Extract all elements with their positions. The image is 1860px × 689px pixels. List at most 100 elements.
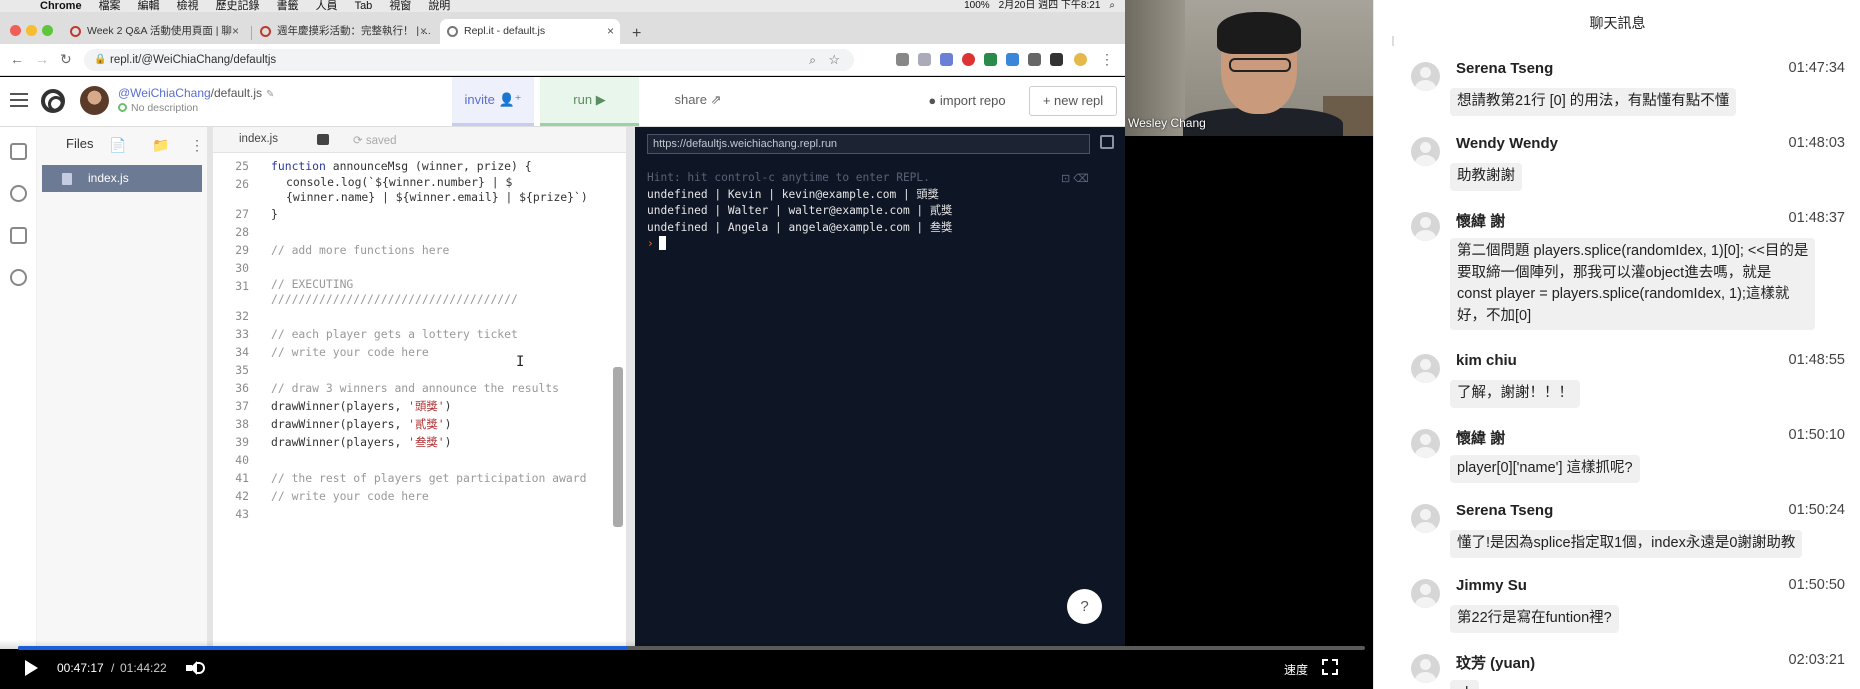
minimize-window-icon[interactable] <box>26 25 37 36</box>
file-item-index-js[interactable]: index.js <box>42 165 202 192</box>
hamburger-menu-icon[interactable] <box>10 93 28 107</box>
menu-item-tab[interactable]: Tab <box>355 0 373 12</box>
profile-icon[interactable] <box>1074 53 1087 66</box>
extension-icon[interactable] <box>1006 53 1019 66</box>
import-repo-button[interactable]: ● import repo <box>912 86 1022 116</box>
chat-sender-name: Jimmy Su <box>1456 577 1527 594</box>
close-icon[interactable]: × <box>232 19 239 44</box>
console-url-bar[interactable]: https://defaultjs.weichiachang.repl.run <box>647 134 1090 154</box>
progress-bar[interactable] <box>18 646 1365 650</box>
console-panel[interactable]: https://defaultjs.weichiachang.repl.run … <box>635 127 1125 649</box>
console-line: undefined | Walter | walter@example.com … <box>647 204 953 217</box>
back-icon[interactable]: ← <box>10 51 24 67</box>
help-button[interactable]: ? <box>1067 589 1102 624</box>
play-icon[interactable] <box>25 660 38 676</box>
share-nodes-icon[interactable] <box>10 185 27 202</box>
code-text: function announceMsg (winner, prize) { <box>271 159 532 173</box>
close-icon[interactable]: × <box>420 19 427 44</box>
format-icon[interactable] <box>317 134 329 145</box>
volume-icon[interactable] <box>186 660 205 676</box>
menu-item-help[interactable]: 說明 <box>428 0 450 12</box>
close-window-icon[interactable] <box>10 25 21 36</box>
chat-timestamp: 01:48:55 <box>1788 352 1845 368</box>
files-icon[interactable] <box>10 143 27 160</box>
chat-bubble-line: 了解，謝謝！！！ <box>1457 385 1573 401</box>
extension-icon[interactable] <box>962 53 975 66</box>
browser-tab-replit[interactable]: Repl.it - default.js × <box>440 19 620 44</box>
packages-icon[interactable] <box>10 227 27 244</box>
code-editor[interactable]: index.js ⟳ saved 25 function announceMsg … <box>213 127 626 649</box>
zoom-window-icon[interactable] <box>42 25 53 36</box>
open-in-new-tab-icon[interactable] <box>1100 135 1114 149</box>
replit-logo-icon[interactable] <box>41 89 65 113</box>
new-repl-button[interactable]: + new repl <box>1029 86 1117 116</box>
invite-button[interactable]: invite 👤⁺ <box>452 77 534 126</box>
extension-icon[interactable] <box>896 53 909 66</box>
editor-tab-index-js[interactable]: index.js <box>239 133 278 145</box>
search-icon[interactable]: ⌕ <box>1109 0 1115 12</box>
code-text: drawWinner(players, '貳獎') <box>271 417 452 431</box>
browser-tab-week2[interactable]: Week 2 Q&A 活動使用頁面 | 聊 × <box>63 19 245 44</box>
panel-resize-handle[interactable] <box>626 127 635 649</box>
add-file-icon[interactable]: 📄 <box>109 137 126 154</box>
chat-sender-name: Serena Tseng <box>1456 502 1554 519</box>
run-button[interactable]: run ▶ <box>540 77 639 126</box>
menu-item-view[interactable]: 檢視 <box>177 0 199 12</box>
extension-icon[interactable] <box>940 53 953 66</box>
tab-divider <box>251 26 252 40</box>
code-line: 38 drawWinner(players, '貳獎') <box>213 415 611 433</box>
chat-bubble-line: 第二個問題 players.splice(randomIdex, 1)[0]; … <box>1457 243 1809 259</box>
zoom-icon[interactable]: ⌕ <box>809 49 816 71</box>
more-options-icon[interactable]: ⋮ <box>190 137 204 154</box>
line-number: 42 <box>235 489 249 503</box>
extension-icon[interactable] <box>918 53 931 66</box>
editor-scrollbar[interactable] <box>613 367 623 527</box>
add-folder-icon[interactable]: 📁 <box>152 137 169 154</box>
address-bar[interactable]: 🔒 repl.it/@WeiChiaChang/defaultjs ⌕ ☆ <box>84 49 854 71</box>
reload-icon[interactable]: ↻ <box>60 51 72 67</box>
menu-item-bookmarks[interactable]: 書籤 <box>277 0 299 12</box>
close-icon[interactable]: × <box>607 19 614 44</box>
extension-icon[interactable] <box>984 53 997 66</box>
code-line: 42 // write your code here <box>213 487 611 505</box>
playback-speed-button[interactable]: 速度 <box>1284 661 1308 678</box>
forward-icon[interactable]: → <box>35 51 49 67</box>
chat-timestamp: 01:50:24 <box>1788 502 1845 518</box>
console-prompt-line[interactable]: › <box>647 236 952 253</box>
import-label: import repo <box>939 93 1006 108</box>
code-line: 40 <box>213 451 611 469</box>
battery-text: 100% <box>964 0 990 11</box>
share-button[interactable]: share ⇗ <box>648 77 748 126</box>
chat-scrollbar[interactable] <box>1392 36 1394 46</box>
extension-icon[interactable] <box>1028 53 1041 66</box>
avatar[interactable] <box>80 86 109 115</box>
saved-label: saved <box>365 135 397 147</box>
bookmark-star-icon[interactable]: ☆ <box>828 49 840 71</box>
line-number: 28 <box>235 225 249 239</box>
clear-console-icon[interactable]: ⌫ <box>1073 173 1089 185</box>
settings-gear-icon[interactable] <box>10 269 27 286</box>
browser-tab-lottery[interactable]: 週年慶摸彩活動：完整執行！ | ... × <box>253 19 433 44</box>
repl-description[interactable]: No description <box>118 102 198 114</box>
console-expand-icon[interactable]: ⊡ <box>1061 173 1070 185</box>
extension-icon[interactable] <box>1050 53 1063 66</box>
fullscreen-icon[interactable] <box>1322 659 1338 675</box>
files-panel: Files 📄 📁 ⋮ index.js <box>37 127 207 649</box>
menu-item-people[interactable]: 人員 <box>316 0 338 12</box>
menu-item-file[interactable]: 檔案 <box>99 0 121 12</box>
chat-bubble-line: player[0]['name'] 這樣抓呢? <box>1457 460 1633 476</box>
kebab-menu-icon[interactable]: ⋮ <box>1100 51 1114 67</box>
repl-title[interactable]: @WeiChiaChang/default.js ✎ <box>118 86 274 100</box>
chat-timestamp: 01:47:34 <box>1788 60 1845 76</box>
run-label: run ▶ <box>573 92 606 107</box>
file-item-label: index.js <box>88 171 129 185</box>
menu-item-window[interactable]: 視窗 <box>389 0 411 12</box>
share-label: share <box>674 92 707 107</box>
menu-item-history[interactable]: 歷史記錄 <box>216 0 260 12</box>
pencil-icon[interactable]: ✎ <box>266 89 274 100</box>
menu-item-chrome[interactable]: Chrome <box>40 0 82 12</box>
repl-owner[interactable]: @WeiChiaChang <box>118 86 211 100</box>
tab-favicon-icon <box>260 26 271 37</box>
menu-item-edit[interactable]: 編輯 <box>138 0 160 12</box>
new-tab-icon[interactable]: + <box>632 26 641 42</box>
